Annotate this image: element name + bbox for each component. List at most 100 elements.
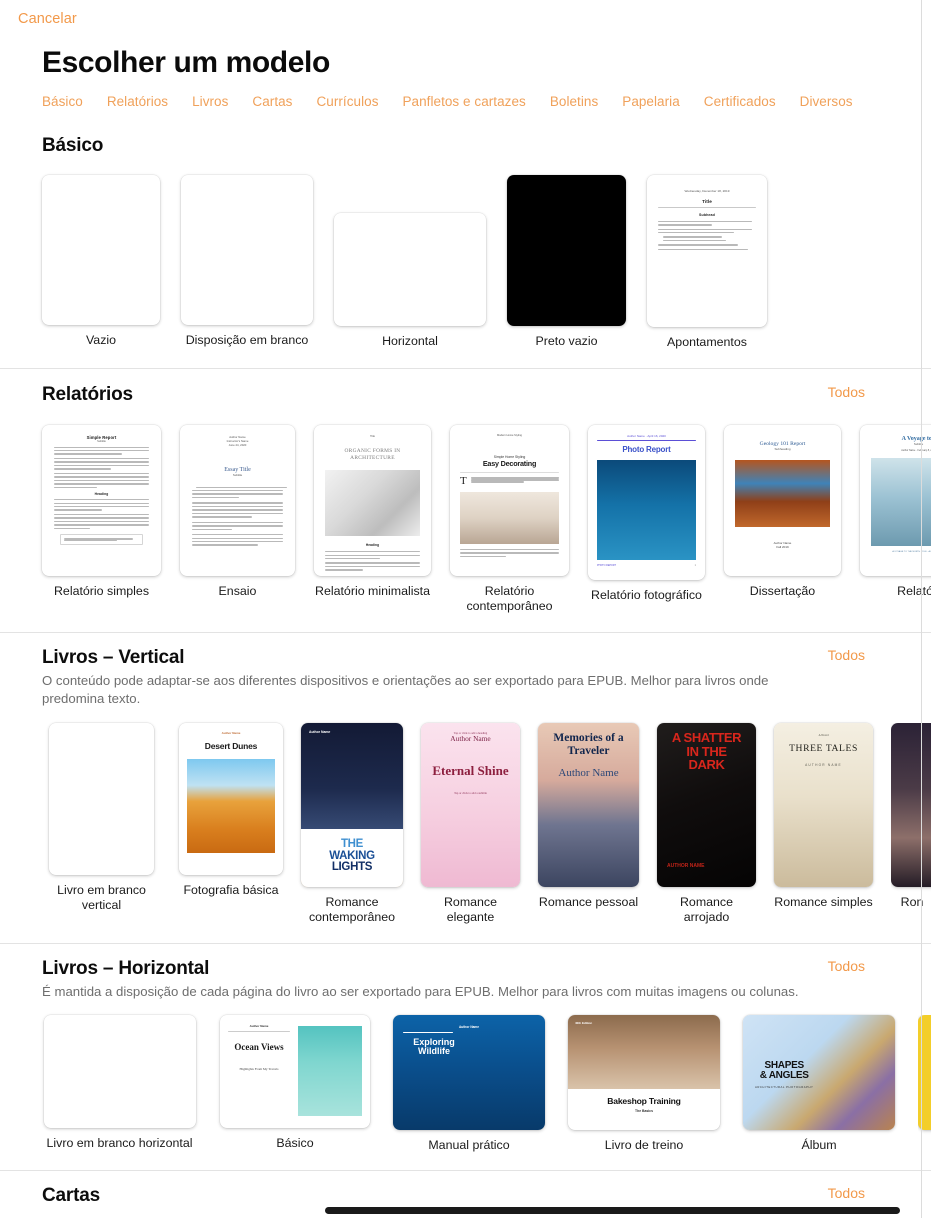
template-card-ensaio[interactable]: Author Name Instructor's Name June 24, 2… [180,424,295,600]
preview-subtitle: Subtitle [913,441,924,446]
template-thumbnail[interactable]: Tap or click to add a heading Author Nam… [421,722,520,887]
horizontal-scrollbar[interactable] [325,1207,900,1214]
template-card-romance-elegante[interactable]: Tap or click to add a heading Author Nam… [421,722,520,926]
template-card-album[interactable]: SHAPES & ANGLES ARCHITECTURAL PHOTOGRAPHY… [743,1014,895,1154]
tab-boletins[interactable]: Boletins [550,94,598,109]
template-label: Disposição em branco [185,333,309,347]
template-card-romance-contemporaneo[interactable]: Author Name THE WAKING LIGHTS Romance co… [301,722,403,926]
template-card-livro-de-treino[interactable]: 40th Edition Bakeshop Training The Basic… [568,1014,720,1154]
template-thumbnail[interactable]: Recipes Soups by Au St Ra [918,1014,931,1130]
template-card-romance-simples[interactable]: A Novel THREE TALES AUTHOR NAME Romance … [774,722,873,911]
preview-subtitle: ARCHITECTURAL PHOTOGRAPHY [755,1085,814,1090]
template-card-basico-horizontal[interactable]: Author Name Ocean Views Highlights From … [220,1014,370,1152]
template-thumbnail[interactable]: A SHATTER IN THE DARK AUTHOR NAME [657,722,756,887]
section-livros-vertical: Livros – Vertical Todos O conteúdo pode … [0,633,931,944]
preview-title: St Ra [927,1058,931,1071]
preview-author: Author Name [309,729,331,734]
see-all-livros-vertical[interactable]: Todos [828,647,865,663]
template-thumbnail[interactable] [42,175,160,325]
header-bar: Cancelar [0,0,931,40]
template-label: Relatório contemporâneo [466,583,553,614]
template-thumbnail[interactable]: Wednesday, December 18, 2019 Title Subhe… [647,175,767,327]
template-card-relatorio-fotografico[interactable]: Author Name · April 16, 2020 Photo Repor… [588,424,705,604]
template-card-dissertacao[interactable]: Geology 101 Report Subheading Author Nam… [724,424,841,600]
template-thumbnail[interactable] [507,175,626,326]
template-thumbnail[interactable] [181,175,313,325]
notes-body [658,220,756,251]
notes-date: Wednesday, December 18, 2019 [684,189,730,193]
template-thumbnail[interactable] [49,722,154,875]
template-thumbnail[interactable]: A Novel THREE TALES AUTHOR NAME [774,722,873,887]
template-card-romance-noturno[interactable]: Ron [891,722,931,911]
preview-image [325,470,420,537]
template-card-fotografia-basica[interactable]: Author Name Desert Dunes Fotografia bási… [179,722,283,899]
template-thumbnail[interactable]: Modern Home Styling Simple Home Styling … [450,424,569,576]
preview-title: THREE TALES [789,742,858,754]
template-card-relatorio-simples[interactable]: Simple Report Subtitle Heading Relatório… [42,424,161,600]
template-thumbnail[interactable]: Author Name · April 16, 2020 Photo Repor… [588,424,705,580]
preview-term: Fall 2019 [776,544,789,549]
notes-subhead: Subhead [699,212,715,217]
template-card-livro-em-branco-horizontal[interactable]: Livro em branco horizontal [42,1014,197,1152]
template-thumbnail[interactable]: SHAPES & ANGLES ARCHITECTURAL PHOTOGRAPHY [743,1014,895,1130]
template-card-vazio[interactable]: Vazio [42,175,160,349]
template-card-relatorio-contemporaneo[interactable]: Modern Home Styling Simple Home Styling … [450,424,569,615]
template-label: Dissertação [749,583,816,598]
template-card-romance-arrojado[interactable]: A SHATTER IN THE DARK AUTHOR NAME Romanc… [657,722,756,926]
preview-image [871,457,931,546]
preview-image [187,758,275,853]
template-thumbnail[interactable] [891,722,931,887]
see-all-relatorios[interactable]: Todos [828,384,865,400]
tab-cartas[interactable]: Cartas [252,94,292,109]
see-all-livros-horizontal[interactable]: Todos [828,958,865,974]
vertical-scrollbar-track[interactable] [921,0,922,1218]
template-label: Livro em branco horizontal [46,1135,193,1150]
preview-subtitle: Subtitle [97,439,106,443]
template-thumbnail[interactable]: Author Name Instructor's Name June 24, 2… [180,424,295,576]
template-thumbnail[interactable]: Author Name Exploring Wildlife [393,1014,545,1130]
preview-author: Author Name [558,766,619,779]
template-row-relatorios: Simple Report Subtitle Heading Relatório… [42,424,931,615]
template-card-apontamentos[interactable]: Wednesday, December 18, 2019 Title Subhe… [647,175,767,351]
template-thumbnail[interactable] [43,1014,196,1128]
template-thumbnail[interactable]: 40th Edition Bakeshop Training The Basic… [568,1014,720,1130]
tab-certificados[interactable]: Certificados [704,94,776,109]
preview-title: Easy Decorating [482,458,537,468]
preview-image: 40th Edition [568,1014,720,1089]
preview-tag: Modern Home Styling [497,433,522,437]
template-scroll-area[interactable]: Básico Vazio Disposição em branco Horizo… [0,135,931,1218]
template-card-preto-vazio[interactable]: Preto vazio [507,175,626,350]
template-thumbnail[interactable]: Memories of a Traveler Author Name [538,722,639,887]
template-card-disposicao-em-branco[interactable]: Disposição em branco [181,175,313,349]
section-title-basico: Básico [42,135,104,156]
tab-papelaria[interactable]: Papelaria [622,94,680,109]
template-thumbnail[interactable]: Author Name THE WAKING LIGHTS [301,722,403,887]
tab-livros[interactable]: Livros [192,94,228,109]
template-thumbnail[interactable]: Geology 101 Report Subheading Author Nam… [724,424,841,576]
template-card-romance-pessoal[interactable]: Memories of a Traveler Author Name Roman… [538,722,639,911]
page-title: Escolher um modelo [42,46,330,79]
template-thumbnail[interactable]: Author Name Desert Dunes [179,722,283,875]
template-thumbnail[interactable]: Title ORGANIC FORMS IN ARCHITECTURE Head… [314,424,431,576]
preview-footer: PHOTO REPORT [597,563,617,567]
preview-image [735,459,830,527]
cancel-button[interactable]: Cancelar [18,11,77,27]
template-card-relatorio-minimalista[interactable]: Title ORGANIC FORMS IN ARCHITECTURE Head… [314,424,431,600]
tab-diversos[interactable]: Diversos [800,94,853,109]
template-thumbnail[interactable]: Simple Report Subtitle Heading [42,424,161,576]
template-card-horizontal[interactable]: Horizontal [334,175,486,350]
tab-basico[interactable]: Básico [42,94,83,109]
preview-title: Eternal Shine [432,763,509,779]
see-all-cartas[interactable]: Todos [828,1185,865,1201]
tab-panfletos[interactable]: Panfletos e cartazes [403,94,526,109]
template-card-livro-em-branco-vertical[interactable]: Livro em branco vertical [42,722,161,914]
template-chooser-window: Cancelar Escolher um modelo Básico Relat… [0,0,931,1218]
template-thumbnail[interactable]: Author Name Ocean Views Highlights From … [220,1014,370,1128]
tab-curriculos[interactable]: Currículos [316,94,378,109]
template-thumbnail[interactable] [334,213,486,326]
template-card-receitas[interactable]: Recipes Soups by Au St Ra [918,1014,931,1138]
tab-relatorios[interactable]: Relatórios [107,94,168,109]
template-card-manual-pratico[interactable]: Author Name Exploring Wildlife Manual pr… [393,1014,545,1154]
section-livros-horizontal: Livros – Horizontal Todos É mantida a di… [0,944,931,1172]
template-label: Romance pessoal [538,894,639,909]
